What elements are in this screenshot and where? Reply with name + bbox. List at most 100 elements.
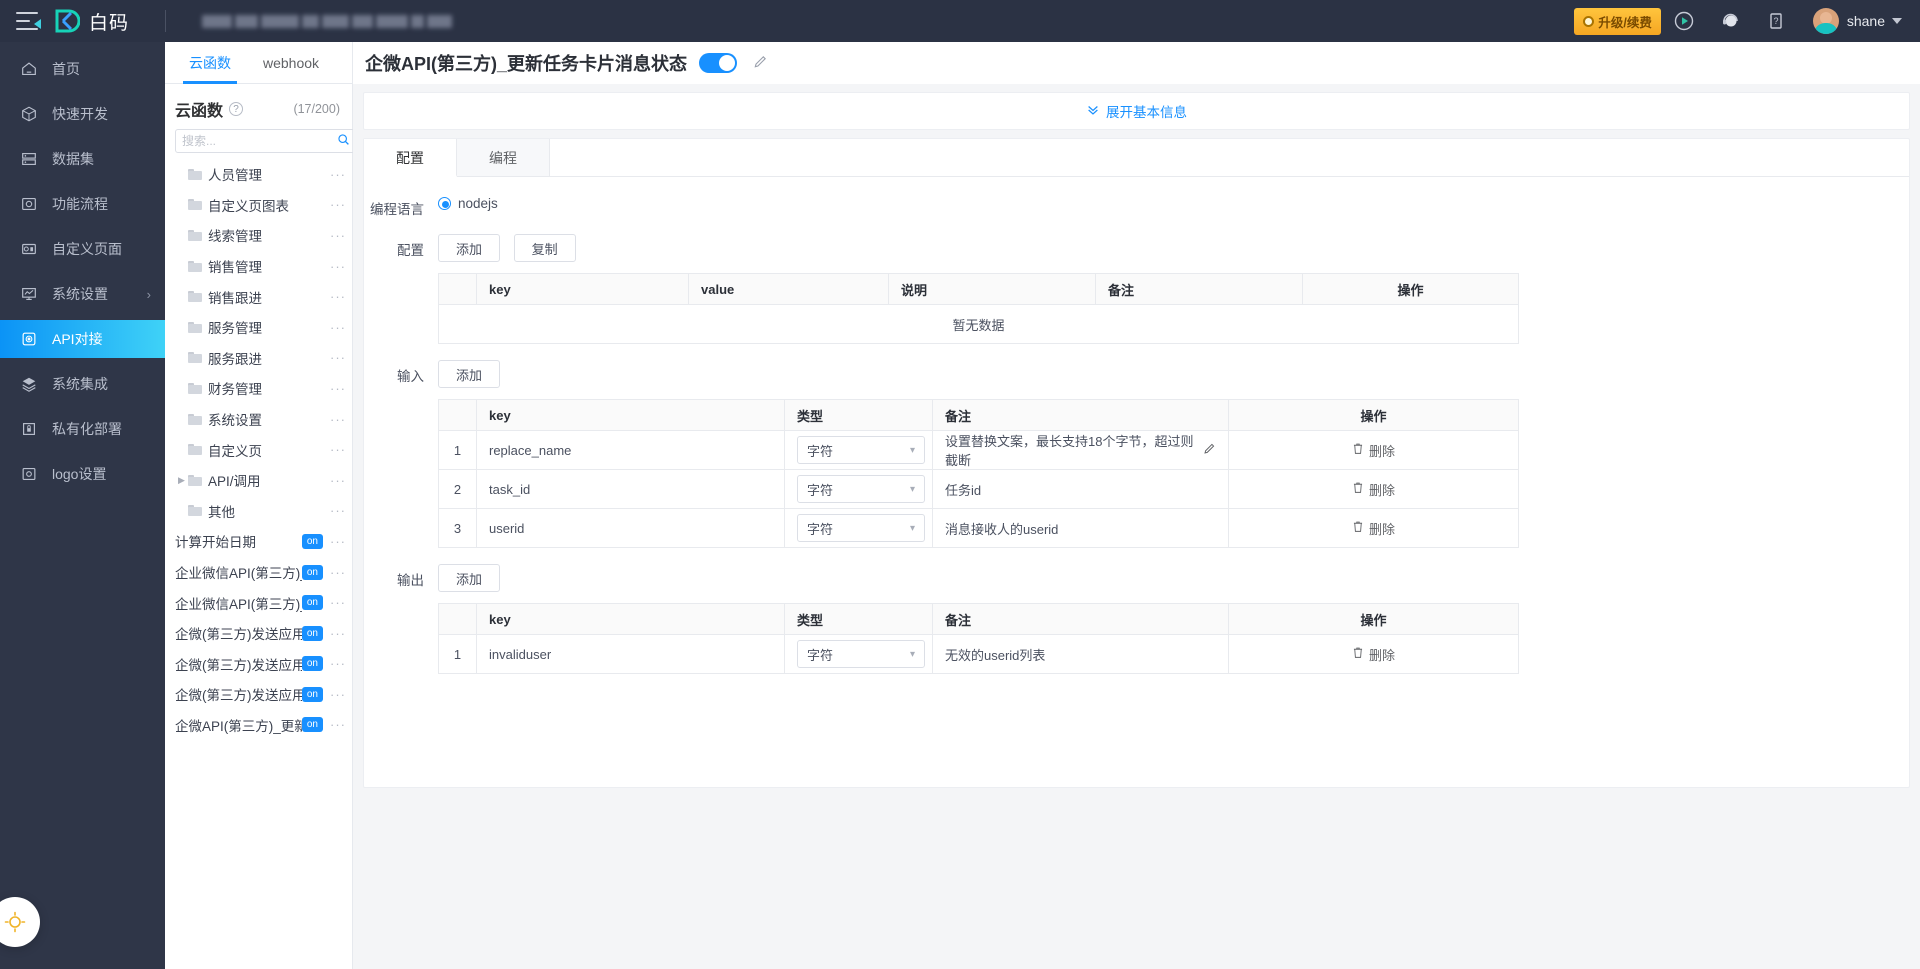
- sidebar-item-private-deploy[interactable]: 私有化部署: [0, 410, 165, 448]
- type-select[interactable]: 字符 ▾: [797, 475, 925, 503]
- page-title: 企微API(第三方)_更新任务卡片消息状态: [365, 54, 688, 74]
- tree-item-function[interactable]: 企微API(第三方)_更新任务on ···: [165, 710, 352, 741]
- tab-config[interactable]: 配置: [364, 139, 457, 177]
- sidebar-item-system-settings[interactable]: 系统设置 ›: [0, 275, 165, 313]
- headset-icon[interactable]: [1707, 0, 1753, 42]
- delete-button[interactable]: 删除: [1352, 480, 1395, 499]
- tree-item-folder[interactable]: 服务跟进 ···: [165, 343, 352, 374]
- search-icon[interactable]: [337, 133, 350, 149]
- tree-toggle-icon[interactable]: ▶: [175, 475, 188, 486]
- sidebar-item-dataset[interactable]: 数据集: [0, 140, 165, 178]
- more-options-icon[interactable]: ···: [330, 534, 346, 549]
- sidebar-item-workflow[interactable]: 功能流程: [0, 185, 165, 223]
- output-add-button[interactable]: 添加: [438, 564, 501, 592]
- edit-remark-icon[interactable]: [1203, 442, 1216, 458]
- more-options-icon[interactable]: ···: [330, 167, 346, 182]
- status-badge[interactable]: on: [301, 717, 323, 733]
- status-badge[interactable]: on: [301, 533, 323, 549]
- more-options-icon[interactable]: ···: [330, 503, 346, 518]
- tab-webhook[interactable]: webhook: [247, 42, 335, 84]
- expand-basic-info-bar[interactable]: 展开基本信息: [363, 92, 1910, 130]
- delete-button[interactable]: 删除: [1352, 441, 1395, 460]
- more-options-icon[interactable]: ···: [330, 320, 346, 335]
- tree-item-folder[interactable]: 其他 ···: [165, 496, 352, 527]
- tree-item-label: 自定义页: [208, 443, 262, 459]
- play-circle-icon[interactable]: [1661, 0, 1707, 42]
- tree-item-function[interactable]: 企业微信API(第三方)_获取on ···: [165, 557, 352, 588]
- row-key[interactable]: replace_name: [476, 430, 785, 470]
- tree-item-function[interactable]: 企微(第三方)发送应用卡片on ···: [165, 649, 352, 680]
- more-options-icon[interactable]: ···: [330, 687, 346, 702]
- more-options-icon[interactable]: ···: [330, 350, 346, 365]
- sidebar-item-home[interactable]: 首页: [0, 50, 165, 88]
- col-index: [438, 603, 477, 635]
- more-options-icon[interactable]: ···: [330, 412, 346, 427]
- status-badge[interactable]: on: [301, 564, 323, 580]
- tree-item-folder[interactable]: 系统设置 ···: [165, 404, 352, 435]
- radio-nodejs[interactable]: [438, 197, 451, 210]
- more-options-icon[interactable]: ···: [330, 595, 346, 610]
- tree-item-folder[interactable]: 自定义页图表 ···: [165, 190, 352, 221]
- help-floating-widget[interactable]: [0, 897, 40, 947]
- folder-icon: [188, 168, 202, 180]
- type-select[interactable]: 字符 ▾: [797, 640, 925, 668]
- language-radio-group[interactable]: nodejs: [438, 193, 1891, 211]
- sidebar-item-logo-settings[interactable]: logo设置: [0, 455, 165, 493]
- row-key[interactable]: userid: [476, 508, 785, 548]
- sidebar-item-rapid-dev[interactable]: 快速开发: [0, 95, 165, 133]
- more-options-icon[interactable]: ···: [330, 442, 346, 457]
- home-icon: [19, 59, 39, 79]
- sidebar-item-custom-page[interactable]: 自定义页面: [0, 230, 165, 268]
- tree-item-function[interactable]: 企业微信API(第三方)_基础on ···: [165, 587, 352, 618]
- help-circle-icon[interactable]: ?: [229, 102, 244, 116]
- search-input[interactable]: [182, 134, 337, 148]
- tree-item-folder[interactable]: 自定义页 ···: [165, 434, 352, 465]
- tree-item-folder[interactable]: ▶ API/调用 ···: [165, 465, 352, 496]
- pencil-icon[interactable]: [753, 54, 768, 73]
- more-options-icon[interactable]: ···: [330, 197, 346, 212]
- config-copy-button[interactable]: 复制: [513, 234, 576, 262]
- tree-item-label: 其他: [208, 504, 235, 520]
- more-options-icon[interactable]: ···: [330, 626, 346, 641]
- delete-button[interactable]: 删除: [1352, 645, 1395, 664]
- tab-cloud-function[interactable]: 云函数: [173, 42, 247, 84]
- tree-item-folder[interactable]: 人员管理 ···: [165, 159, 352, 190]
- more-options-icon[interactable]: ···: [330, 717, 346, 732]
- search-box[interactable]: [175, 129, 357, 153]
- more-options-icon[interactable]: ···: [330, 381, 346, 396]
- tree-item-function[interactable]: 计算开始日期 on ···: [165, 526, 352, 557]
- more-options-icon[interactable]: ···: [330, 565, 346, 580]
- tree-item-function[interactable]: 企微(第三方)发送应用消息on ···: [165, 618, 352, 649]
- more-options-icon[interactable]: ···: [330, 228, 346, 243]
- input-add-button[interactable]: 添加: [438, 360, 501, 388]
- settings-monitor-icon: [19, 284, 39, 304]
- more-options-icon[interactable]: ···: [330, 656, 346, 671]
- row-key[interactable]: invaliduser: [476, 634, 785, 674]
- type-select[interactable]: 字符 ▾: [797, 436, 925, 464]
- more-options-icon[interactable]: ···: [330, 289, 346, 304]
- upgrade-button[interactable]: 升级/续费: [1574, 7, 1661, 35]
- more-options-icon[interactable]: ···: [330, 259, 346, 274]
- status-badge[interactable]: on: [301, 595, 323, 611]
- more-options-icon[interactable]: ···: [330, 473, 346, 488]
- tree-item-folder[interactable]: 销售跟进 ···: [165, 281, 352, 312]
- tree-item-folder[interactable]: 线索管理 ···: [165, 220, 352, 251]
- enable-toggle[interactable]: [699, 53, 738, 73]
- tree-item-folder[interactable]: 销售管理 ···: [165, 251, 352, 282]
- tree-item-folder[interactable]: 服务管理 ···: [165, 312, 352, 343]
- question-book-icon[interactable]: ?: [1753, 0, 1799, 42]
- avatar[interactable]: [1812, 8, 1839, 34]
- tab-programming[interactable]: 编程: [457, 139, 550, 176]
- sidebar-item-integration[interactable]: 系统集成: [0, 365, 165, 403]
- tree-item-function[interactable]: 企微(第三方)发送应用任务on ···: [165, 679, 352, 710]
- delete-button[interactable]: 删除: [1352, 519, 1395, 538]
- sidebar-item-api[interactable]: API对接: [0, 320, 165, 358]
- tree-item-folder[interactable]: 财务管理 ···: [165, 373, 352, 404]
- status-badge[interactable]: on: [301, 656, 323, 672]
- type-select[interactable]: 字符 ▾: [797, 514, 925, 542]
- config-add-button[interactable]: 添加: [438, 234, 501, 262]
- status-badge[interactable]: on: [301, 686, 323, 702]
- chevron-down-icon[interactable]: [1892, 18, 1902, 24]
- row-key[interactable]: task_id: [476, 469, 785, 509]
- status-badge[interactable]: on: [301, 625, 323, 641]
